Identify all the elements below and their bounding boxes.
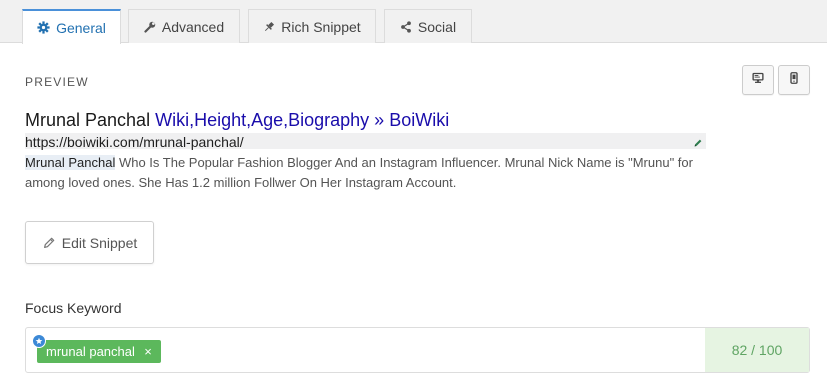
- tab-general-label: General: [56, 19, 106, 36]
- tab-bar: General Advanced Rich Snippet Social: [0, 0, 827, 45]
- keyword-tag-label: mrunal panchal: [46, 344, 135, 359]
- serp-title-keyword: Mrunal Panchal: [25, 110, 151, 130]
- tab-general[interactable]: General: [22, 9, 121, 45]
- gear-icon: [37, 21, 50, 34]
- pin-icon: [263, 21, 275, 33]
- share-icon: [400, 20, 412, 33]
- serp-url: https://boiwiki.com/mrunal-panchal/: [25, 134, 244, 150]
- tab-social-label: Social: [417, 18, 457, 35]
- serp-title: Mrunal Panchal Wiki,Height,Age,Biography…: [25, 110, 449, 131]
- mobile-icon: [788, 71, 800, 89]
- serp-desc-rest: Who Is The Popular Fashion Blogger And a…: [25, 155, 693, 190]
- serp-title-rest: Wiki,Height,Age,Biography » BoiWiki: [150, 110, 450, 130]
- tab-rich-snippet-label: Rich Snippet: [281, 18, 361, 35]
- seo-score: 82 / 100: [705, 328, 809, 372]
- pencil-icon[interactable]: [693, 135, 703, 153]
- remove-keyword-button[interactable]: ×: [144, 340, 152, 363]
- desktop-icon: [752, 71, 764, 89]
- focus-keyword-input[interactable]: mrunal panchal × 82 / 100: [25, 327, 810, 373]
- wrench-icon: [144, 21, 156, 33]
- tab-social[interactable]: Social: [384, 9, 472, 43]
- desktop-preview-button[interactable]: [742, 65, 774, 95]
- keyword-tag[interactable]: mrunal panchal ×: [32, 334, 161, 363]
- mobile-preview-button[interactable]: [778, 65, 810, 95]
- serp-url-row[interactable]: https://boiwiki.com/mrunal-panchal/: [25, 133, 706, 150]
- pencil-icon: [42, 236, 56, 250]
- tab-advanced[interactable]: Advanced: [128, 9, 240, 43]
- serp-description: Mrunal Panchal Who Is The Popular Fashio…: [25, 153, 715, 193]
- preview-heading: PREVIEW: [25, 75, 89, 89]
- serp-desc-keyword: Mrunal Panchal: [25, 155, 116, 170]
- edit-snippet-label: Edit Snippet: [61, 234, 138, 251]
- star-icon: [32, 334, 46, 348]
- tab-rich-snippet[interactable]: Rich Snippet: [248, 9, 376, 43]
- focus-keyword-label: Focus Keyword: [25, 300, 122, 316]
- tab-advanced-label: Advanced: [161, 18, 225, 35]
- edit-snippet-button[interactable]: Edit Snippet: [25, 221, 154, 264]
